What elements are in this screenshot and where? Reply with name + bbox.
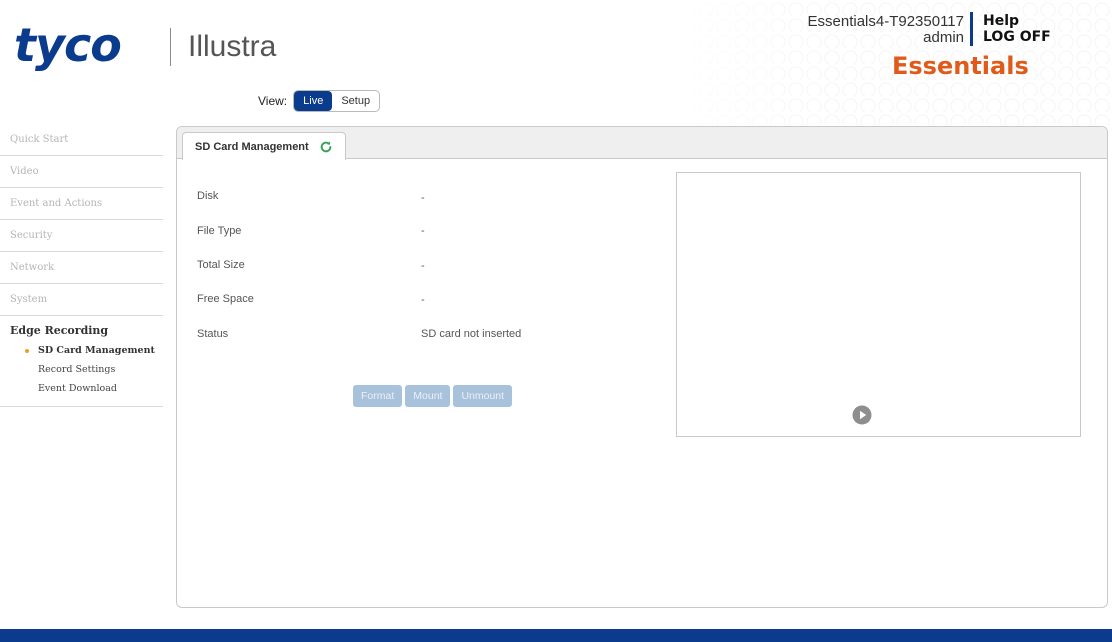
view-setup-button[interactable]: Setup: [332, 91, 379, 111]
sidebar-item-quick-start[interactable]: Quick Start: [0, 124, 163, 156]
logoff-link[interactable]: LOG OFF: [983, 29, 1051, 45]
sidebar-group-edge-recording: Edge Recording SD Card Management Record…: [0, 316, 163, 407]
unmount-button[interactable]: Unmount: [453, 385, 513, 407]
sidebar-item-record-settings[interactable]: Record Settings: [10, 360, 163, 379]
view-switcher: View: Live Setup: [258, 90, 381, 112]
header-separator: [970, 12, 973, 46]
refresh-icon[interactable]: [319, 140, 333, 154]
free-space-label: Free Space: [197, 293, 254, 305]
view-live-button[interactable]: Live: [294, 91, 333, 111]
footer-bar: [0, 629, 1112, 642]
illustra-logo: Illustra: [188, 30, 277, 63]
current-user: admin: [923, 29, 964, 46]
live-video-preview[interactable]: [676, 172, 1081, 437]
sidebar-item-network[interactable]: Network: [0, 252, 163, 284]
total-size-label: Total Size: [197, 259, 245, 271]
device-name: Essentials4-T92350117: [807, 13, 965, 30]
view-label: View:: [258, 94, 288, 108]
view-toggle: Live Setup: [293, 90, 381, 112]
disk-value: -: [421, 192, 425, 204]
sidebar: Quick Start Video Event and Actions Secu…: [0, 124, 163, 407]
sd-card-actions: Format Mount Unmount: [353, 385, 513, 407]
logo-divider: [170, 28, 171, 66]
help-link[interactable]: Help: [983, 13, 1051, 29]
file-type-label: File Type: [197, 225, 242, 237]
tab-label: SD Card Management: [195, 140, 309, 153]
device-info: Essentials4-T92350117 admin: [808, 14, 965, 46]
disk-label: Disk: [197, 190, 219, 202]
mount-button[interactable]: Mount: [405, 385, 451, 407]
sidebar-item-system[interactable]: System: [0, 284, 163, 316]
tyco-logo: tyco: [14, 18, 122, 72]
play-icon[interactable]: [852, 405, 872, 425]
sidebar-group-title[interactable]: Edge Recording: [10, 324, 163, 337]
sidebar-item-video[interactable]: Video: [0, 156, 163, 188]
status-value: SD card not inserted: [421, 328, 522, 340]
sidebar-item-sd-card-management[interactable]: SD Card Management: [10, 341, 163, 360]
format-button[interactable]: Format: [353, 385, 403, 407]
file-type-value: -: [421, 225, 425, 237]
tab-sd-card-management[interactable]: SD Card Management: [182, 132, 346, 160]
total-size-value: -: [421, 260, 425, 272]
header-links: Help LOG OFF: [983, 13, 1051, 45]
sidebar-item-event-download[interactable]: Event Download: [10, 379, 163, 398]
sidebar-item-security[interactable]: Security: [0, 220, 163, 252]
free-space-value: -: [421, 294, 425, 306]
status-label: Status: [197, 328, 229, 340]
sidebar-item-event-and-actions[interactable]: Event and Actions: [0, 188, 163, 220]
tab-bar: SD Card Management: [177, 127, 1107, 160]
content-panel: SD Card Management Disk - File Type - To…: [176, 126, 1108, 608]
essentials-brand: Essentials: [892, 52, 1029, 80]
